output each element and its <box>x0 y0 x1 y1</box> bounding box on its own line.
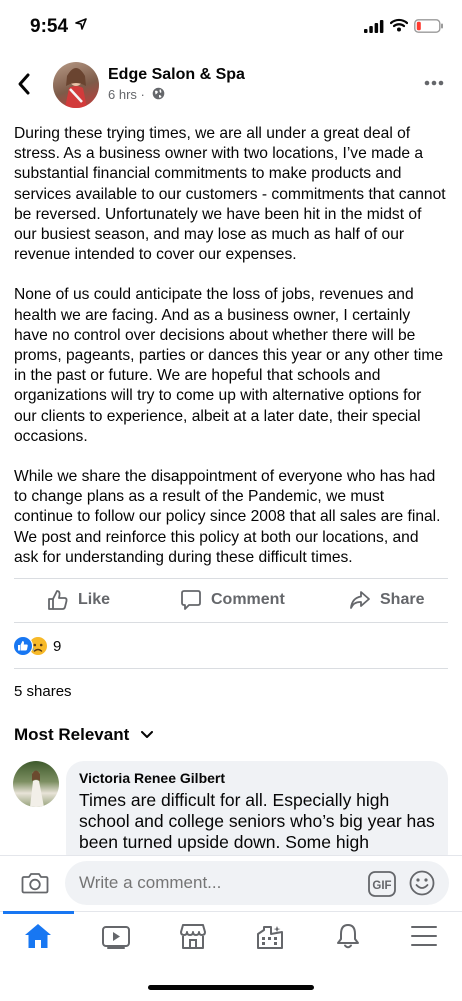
location-arrow-icon <box>75 18 87 30</box>
emoji-icon[interactable] <box>409 870 435 896</box>
comment-input[interactable] <box>79 873 349 893</box>
divider <box>14 668 448 669</box>
gif-label: GIF <box>372 880 391 892</box>
battery-icon <box>414 19 443 33</box>
home-icon[interactable] <box>23 922 53 950</box>
page-avatar[interactable] <box>53 62 99 108</box>
comment-text: Times are difficult for all. Especially … <box>79 790 435 852</box>
marketplace-icon[interactable] <box>178 922 208 950</box>
thumbs-up-icon <box>48 590 68 610</box>
comment-icon <box>181 590 201 610</box>
post-timestamp[interactable]: 6 hrs · <box>108 87 145 102</box>
wifi-icon <box>390 18 408 32</box>
like-label: Like <box>78 591 111 608</box>
like-button[interactable]: Like <box>47 588 110 612</box>
active-tab-indicator <box>3 911 74 914</box>
comment-label: Comment <box>211 591 285 608</box>
sort-label: Most Relevant <box>14 725 130 744</box>
post-paragraph: None of us could anticipate the loss of … <box>14 286 444 445</box>
chevron-down-icon <box>141 731 154 738</box>
share-button[interactable]: Share <box>349 588 424 612</box>
shares-count[interactable]: 5 shares <box>14 683 72 700</box>
watch-video-icon[interactable] <box>101 922 131 950</box>
comment-sort-dropdown[interactable]: Most Relevant <box>14 725 154 745</box>
share-arrow-icon <box>350 591 370 609</box>
post-body: During these trying times, we are all un… <box>14 124 446 588</box>
reaction-summary[interactable]: 9 <box>13 636 61 656</box>
home-indicator <box>148 985 314 990</box>
commenter-avatar[interactable] <box>13 761 59 807</box>
comment-author[interactable]: Victoria Renee Gilbert <box>79 770 225 786</box>
post-paragraph: During these trying times, we are all un… <box>14 125 446 264</box>
back-chevron-icon[interactable] <box>16 72 32 96</box>
cellular-signal-icon <box>364 20 384 33</box>
status-time: 9:54 <box>30 16 69 37</box>
camera-icon[interactable] <box>21 871 49 895</box>
post-paragraph: While we share the disappointment of eve… <box>14 468 441 566</box>
pages-icon[interactable] <box>255 922 285 950</box>
notifications-bell-icon[interactable] <box>333 922 363 950</box>
like-reaction-icon <box>13 636 33 656</box>
globe-icon <box>152 87 165 100</box>
gif-button[interactable]: GIF <box>368 871 396 902</box>
divider <box>14 578 448 579</box>
more-options-icon[interactable] <box>424 80 444 86</box>
page-name[interactable]: Edge Salon & Spa <box>108 66 245 84</box>
comment-button[interactable]: Comment <box>180 588 285 612</box>
share-label: Share <box>380 591 425 608</box>
menu-hamburger-icon[interactable] <box>409 922 439 950</box>
reaction-count: 9 <box>53 637 62 655</box>
divider <box>14 622 448 623</box>
